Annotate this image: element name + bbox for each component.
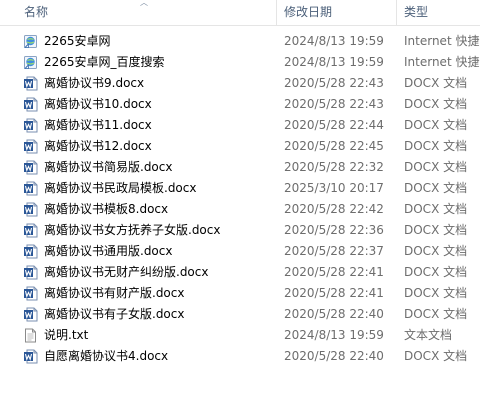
file-name[interactable]: 离婚协议书12.docx (44, 136, 152, 157)
word-document-icon (23, 139, 38, 154)
word-document-icon (23, 118, 38, 133)
file-name[interactable]: 2265安卓网 (44, 31, 111, 52)
file-date-modified: 2020/5/28 22:36 (284, 223, 384, 237)
file-date-modified: 2020/5/28 22:41 (284, 265, 384, 279)
file-type: DOCX 文档 (404, 265, 468, 279)
word-document-icon (23, 202, 38, 217)
file-name[interactable]: 2265安卓网_百度搜索 (44, 52, 165, 73)
file-date-modified: 2020/5/28 22:32 (284, 160, 384, 174)
file-row[interactable]: 离婚协议书有财产版.docx 2020/5/28 22:41 DOCX 文档 (0, 283, 480, 304)
file-name[interactable]: 离婚协议书9.docx (44, 73, 144, 94)
file-explorer-window: ︿ 名称 修改日期 类型 2265安卓网 2024/8/13 19:59 Inter… (0, 0, 480, 401)
file-name[interactable]: 离婚协议书无财产纠纷版.docx (44, 262, 208, 283)
word-document-icon (23, 223, 38, 238)
file-type: DOCX 文档 (404, 286, 468, 300)
file-type: DOCX 文档 (404, 349, 468, 363)
file-name[interactable]: 离婚协议书通用版.docx (44, 241, 172, 262)
word-document-icon (23, 244, 38, 259)
word-document-icon (23, 307, 38, 322)
file-row[interactable]: 2265安卓网 2024/8/13 19:59 Internet 快捷方式 (0, 31, 480, 52)
file-row[interactable]: 说明.txt 2024/8/13 19:59 文本文档 (0, 325, 480, 346)
file-list: 2265安卓网2024/8/13 19:59Internet 快捷方式2265安… (0, 31, 480, 367)
file-date-modified: 2020/5/28 22:40 (284, 307, 384, 321)
file-type: DOCX 文档 (404, 139, 468, 153)
column-divider[interactable] (396, 0, 397, 25)
file-type: DOCX 文档 (404, 307, 468, 321)
file-type: Internet 快捷方式 (404, 34, 480, 48)
file-date-modified: 2024/8/13 19:59 (284, 55, 384, 69)
file-name[interactable]: 离婚协议书10.docx (44, 94, 152, 115)
file-type: DOCX 文档 (404, 76, 468, 90)
file-row[interactable]: 离婚协议书11.docx 2020/5/28 22:44 DOCX 文档 (0, 115, 480, 136)
word-document-icon (23, 181, 38, 196)
file-type: DOCX 文档 (404, 181, 468, 195)
word-document-icon (23, 265, 38, 280)
file-type: DOCX 文档 (404, 97, 468, 111)
file-date-modified: 2020/5/28 22:41 (284, 286, 384, 300)
word-document-icon (23, 76, 38, 91)
file-date-modified: 2020/5/28 22:37 (284, 244, 384, 258)
file-date-modified: 2020/5/28 22:43 (284, 97, 384, 111)
column-divider[interactable] (276, 0, 277, 25)
file-row[interactable]: 离婚协议书10.docx 2020/5/28 22:43 DOCX 文档 (0, 94, 480, 115)
file-type: DOCX 文档 (404, 244, 468, 258)
file-row[interactable]: 离婚协议书12.docx 2020/5/28 22:45 DOCX 文档 (0, 136, 480, 157)
file-name[interactable]: 离婚协议书女方抚养子女版.docx (44, 220, 220, 241)
word-document-icon (23, 286, 38, 301)
column-header-bar: ︿ 名称 修改日期 类型 (0, 0, 480, 26)
file-date-modified: 2020/5/28 22:42 (284, 202, 384, 216)
file-type: DOCX 文档 (404, 118, 468, 132)
file-name[interactable]: 离婚协议书有财产版.docx (44, 283, 184, 304)
file-type: DOCX 文档 (404, 160, 468, 174)
column-header-type[interactable]: 类型 (404, 0, 480, 25)
file-row[interactable]: 离婚协议书简易版.docx 2020/5/28 22:32 DOCX 文档 (0, 157, 480, 178)
file-type: DOCX 文档 (404, 202, 468, 216)
internet-shortcut-icon (23, 55, 38, 70)
file-name[interactable]: 说明.txt (44, 325, 88, 346)
file-type: Internet 快捷方式 (404, 55, 480, 69)
word-document-icon (23, 97, 38, 112)
file-row[interactable]: 2265安卓网_百度搜索 2024/8/13 19:59 Internet 快捷方式 (0, 52, 480, 73)
file-name[interactable]: 离婚协议书简易版.docx (44, 157, 172, 178)
word-document-icon (23, 349, 38, 364)
file-row[interactable]: 离婚协议书民政局模板.docx 2025/3/10 20:17 DOCX 文档 (0, 178, 480, 199)
file-date-modified: 2024/8/13 19:59 (284, 34, 384, 48)
file-name[interactable]: 离婚协议书11.docx (44, 115, 152, 136)
file-row[interactable]: 离婚协议书9.docx 2020/5/28 22:43 DOCX 文档 (0, 73, 480, 94)
file-row[interactable]: 离婚协议书无财产纠纷版.docx 2020/5/28 22:41 DOCX 文档 (0, 262, 480, 283)
file-name[interactable]: 自愿离婚协议书4.docx (44, 346, 168, 367)
file-name[interactable]: 离婚协议书有子女版.docx (44, 304, 184, 325)
file-row[interactable]: 离婚协议书通用版.docx 2020/5/28 22:37 DOCX 文档 (0, 241, 480, 262)
file-name[interactable]: 离婚协议书模板8.docx (44, 199, 168, 220)
text-file-icon (23, 328, 38, 343)
file-row[interactable]: 自愿离婚协议书4.docx 2020/5/28 22:40 DOCX 文档 (0, 346, 480, 367)
column-header-date-modified[interactable]: 修改日期 (284, 0, 396, 25)
file-date-modified: 2024/8/13 19:59 (284, 328, 384, 342)
file-date-modified: 2020/5/28 22:40 (284, 349, 384, 363)
internet-shortcut-icon (23, 34, 38, 49)
column-header-name[interactable]: 名称 (24, 0, 274, 25)
file-date-modified: 2020/5/28 22:43 (284, 76, 384, 90)
file-row[interactable]: 离婚协议书有子女版.docx 2020/5/28 22:40 DOCX 文档 (0, 304, 480, 325)
file-type: 文本文档 (404, 328, 453, 342)
file-name[interactable]: 离婚协议书民政局模板.docx (44, 178, 196, 199)
file-date-modified: 2025/3/10 20:17 (284, 181, 384, 195)
word-document-icon (23, 160, 38, 175)
file-type: DOCX 文档 (404, 223, 468, 237)
file-date-modified: 2020/5/28 22:44 (284, 118, 384, 132)
file-row[interactable]: 离婚协议书女方抚养子女版.docx 2020/5/28 22:36 DOCX 文档 (0, 220, 480, 241)
file-row[interactable]: 离婚协议书模板8.docx 2020/5/28 22:42 DOCX 文档 (0, 199, 480, 220)
file-date-modified: 2020/5/28 22:45 (284, 139, 384, 153)
